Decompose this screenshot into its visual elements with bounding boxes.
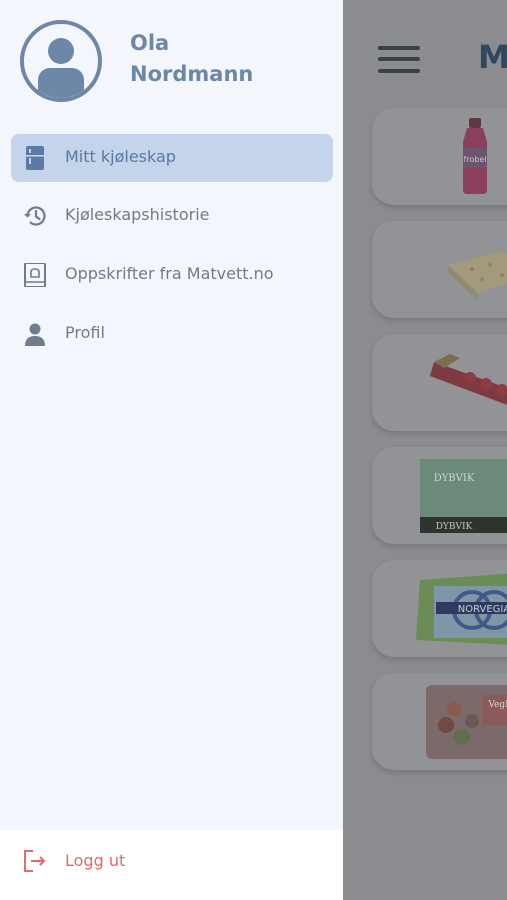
svg-text:NORVEGIA: NORVEGIA bbox=[458, 604, 507, 615]
product-card[interactable]: NORVEGIA bbox=[372, 560, 507, 657]
product-image-juice: frobel bbox=[463, 118, 487, 194]
person-icon bbox=[25, 323, 45, 346]
history-icon bbox=[24, 206, 46, 226]
product-card[interactable] bbox=[372, 221, 507, 318]
product-card[interactable]: DYBVIK DYBVIK bbox=[372, 447, 507, 544]
product-image-vegme: VegMe bbox=[426, 685, 507, 759]
hamburger-menu-icon[interactable] bbox=[378, 44, 420, 74]
product-image-dybvik: DYBVIK DYBVIK bbox=[420, 459, 507, 533]
logout-icon bbox=[24, 850, 46, 872]
nav-label: Mitt kjøleskap bbox=[65, 147, 176, 166]
recipe-book-icon bbox=[24, 263, 46, 287]
logout-button[interactable]: Logg ut bbox=[11, 844, 333, 878]
user-last-name: Nordmann bbox=[130, 62, 254, 86]
product-card[interactable]: frobel bbox=[372, 108, 507, 205]
avatar[interactable] bbox=[20, 20, 102, 102]
svg-text:DYBVIK: DYBVIK bbox=[436, 522, 473, 532]
product-image-strawberries bbox=[430, 354, 507, 405]
product-card[interactable]: VegMe bbox=[372, 673, 507, 770]
logout-label: Logg ut bbox=[65, 851, 126, 870]
user-name: Ola Nordmann bbox=[130, 28, 330, 90]
background-page-title: M bbox=[478, 38, 507, 76]
nav-label: Oppskrifter fra Matvett.no bbox=[65, 264, 274, 283]
navigation-drawer: Ola Nordmann Mitt kjøleskap Kjøleskapshi… bbox=[0, 0, 343, 900]
nav-label: Profil bbox=[65, 323, 105, 342]
nav-item-oppskrifter[interactable]: Oppskrifter fra Matvett.no bbox=[11, 251, 333, 299]
user-first-name: Ola bbox=[130, 31, 170, 55]
svg-text:VegMe: VegMe bbox=[487, 700, 507, 710]
nav-item-profil[interactable]: Profil bbox=[11, 310, 333, 358]
nav-item-kjoleskapshistorie[interactable]: Kjøleskapshistorie bbox=[11, 192, 333, 240]
svg-text:DYBVIK: DYBVIK bbox=[434, 473, 475, 484]
nav-item-mitt-kjoleskap[interactable]: Mitt kjøleskap bbox=[11, 134, 333, 182]
product-image-norvegia: NORVEGIA bbox=[416, 573, 507, 645]
avatar-body bbox=[38, 68, 84, 98]
fridge-icon bbox=[26, 146, 44, 170]
avatar-head bbox=[48, 38, 74, 64]
product-image-cake bbox=[448, 251, 507, 301]
nav-label: Kjøleskapshistorie bbox=[65, 205, 210, 224]
product-card[interactable] bbox=[372, 334, 507, 431]
logout-area: Logg ut bbox=[0, 830, 343, 900]
svg-text:frobel: frobel bbox=[463, 155, 486, 164]
